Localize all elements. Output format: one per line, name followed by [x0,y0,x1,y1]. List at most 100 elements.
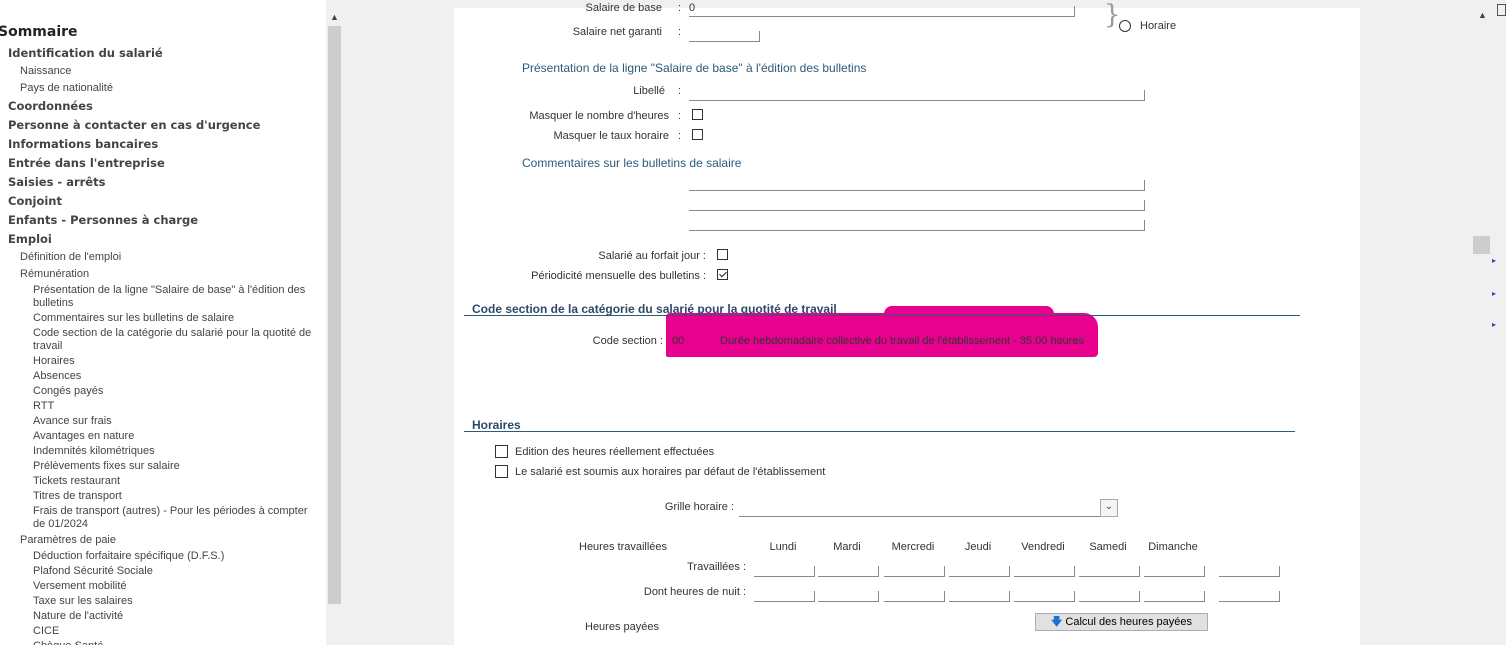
nuit-hours-field[interactable] [1219,591,1280,602]
salaire-base-label: Salaire de base [585,2,662,14]
masquer-taux-label: Masquer le taux horaire [553,130,669,142]
code-section-select[interactable]: Durée hebdomadaire collective du travail… [720,335,1084,347]
sidebar-item[interactable]: Informations bancaires [8,137,158,151]
sidebar-item[interactable]: Identification du salarié [8,46,163,60]
travaillees-hours-field[interactable] [1219,566,1280,577]
highlight-mark [884,306,1054,318]
sidebar-item[interactable]: Avantages en nature [33,430,318,443]
travaillees-hours-field[interactable] [1144,566,1205,577]
periodicite-checkbox[interactable] [717,269,728,280]
section-divider [464,431,1295,432]
sidebar-item[interactable]: Entrée dans l'entreprise [8,156,165,170]
calcul-heures-button[interactable]: 🡇 Calcul des heures payées [1035,613,1208,631]
travaillees-hours-field[interactable] [1014,566,1075,577]
sidebar-item[interactable]: Saisies - arrêts [8,175,105,189]
colon: : [678,2,682,14]
code-section-header: Code section de la catégorie du salarié … [472,302,837,316]
sidebar-item[interactable]: Commentaires sur les bulletins de salair… [33,312,318,325]
travaillees-hours-field[interactable] [818,566,879,577]
sidebar-item[interactable]: RTT [33,400,318,413]
code-section-label: Code section : [592,335,663,347]
presentation-section-title: Présentation de la ligne "Salaire de bas… [522,61,867,75]
scroll-up-arrow-icon[interactable]: ▲ [1478,10,1487,20]
travaillees-label: Travaillées : [687,561,746,573]
sidebar-item[interactable]: Congés payés [33,385,318,398]
sidebar-item[interactable]: Naissance [20,65,71,77]
travaillees-hours-field[interactable] [754,566,815,577]
forfait-jour-checkbox[interactable] [717,249,728,260]
sidebar-item[interactable]: Rémunération [20,268,89,280]
sidebar-item[interactable]: Définition de l'emploi [20,251,121,263]
marker-icon: ▸ [1492,289,1497,298]
sidebar-item[interactable]: Versement mobilité [33,580,318,593]
sidebar-item[interactable]: Prélèvements fixes sur salaire [33,460,318,473]
salaire-base-field[interactable]: 0 [689,2,1075,17]
periodicite-label: Périodicité mensuelle des bulletins : [531,270,706,282]
sidebar-item[interactable]: Tickets restaurant [33,475,318,488]
nuit-hours-field[interactable] [818,591,879,602]
libelle-field[interactable] [689,90,1145,101]
nuit-hours-field[interactable] [949,591,1010,602]
edition-heures-label: Edition des heures réellement effectuées [515,446,715,458]
sidebar-item[interactable]: Emploi [8,232,52,246]
sidebar-item[interactable]: Pays de nationalité [20,82,113,94]
edition-heures-checkbox[interactable] [495,445,508,458]
masquer-taux-checkbox[interactable] [692,129,703,140]
sidebar-item[interactable]: Horaires [33,355,318,368]
restore-icon[interactable] [1497,4,1506,16]
sidebar-item[interactable]: Paramètres de paie [20,534,116,546]
travaillees-hours-field[interactable] [949,566,1010,577]
horaires-defaut-checkbox[interactable] [495,465,508,478]
commentaire-line-1[interactable] [689,180,1145,191]
heures-travaillees-label: Heures travaillées [579,541,668,553]
nuit-hours-field[interactable] [1144,591,1205,602]
commentaire-line-3[interactable] [689,220,1145,231]
sidebar-item[interactable]: Présentation de la ligne "Salaire de bas… [33,284,318,310]
sidebar-item[interactable]: Code section de la catégorie du salarié … [33,327,318,353]
commentaires-section-title: Commentaires sur les bulletins de salair… [522,156,742,170]
sidebar-item[interactable]: CICE [33,625,318,638]
sidebar-scroll-thumb[interactable] [328,26,341,604]
sidebar-item[interactable]: Avance sur frais [33,415,318,428]
chevron-down-icon[interactable]: ⌄ [1100,499,1118,517]
masquer-heures-checkbox[interactable] [692,109,703,120]
sidebar-item[interactable]: Indemnités kilométriques [33,445,318,458]
sidebar-item[interactable]: Nature de l'activité [33,610,318,623]
sidebar-item[interactable]: Absences [33,370,318,383]
travaillees-hours-field[interactable] [884,566,945,577]
day-header: Dimanche [1148,541,1198,553]
code-section-code[interactable]: 00 [672,335,684,347]
scroll-up-arrow-icon[interactable]: ▲ [330,12,339,22]
colon: : [678,110,682,122]
sidebar-item[interactable]: Déduction forfaitaire spécifique (D.F.S.… [33,550,318,563]
nuit-hours-field[interactable] [1079,591,1140,602]
nuit-hours-field[interactable] [1014,591,1075,602]
commentaire-line-2[interactable] [689,200,1145,211]
sidebar-title: Sommaire [0,24,78,40]
nuit-hours-field[interactable] [884,591,945,602]
form-panel: Salaire de base : 0 Salaire net garanti … [454,0,1360,645]
calcul-heures-button-label: Calcul des heures payées [1065,616,1192,628]
arrow-down-icon: 🡇 [1051,616,1063,628]
sidebar-item[interactable]: Enfants - Personnes à charge [8,213,198,227]
grille-horaire-label: Grille horaire : [664,501,734,513]
masquer-heures-label: Masquer le nombre d'heures [529,110,669,122]
sidebar-item[interactable]: Plafond Sécurité Sociale [33,565,318,578]
horaire-radio-label: Horaire [1140,20,1177,32]
travaillees-hours-field[interactable] [1079,566,1140,577]
main-scroll-thumb[interactable] [1473,236,1490,254]
grille-horaire-select[interactable] [739,506,1102,517]
sidebar-item[interactable]: Taxe sur les salaires [33,595,318,608]
horaires-header: Horaires [472,418,521,432]
sidebar-item[interactable]: Conjoint [8,194,62,208]
sidebar-item[interactable]: Personne à contacter en cas d'urgence [8,118,260,132]
sidebar-item[interactable]: Titres de transport [33,490,318,503]
salaire-net-label: Salaire net garanti [572,26,662,38]
chevron-down-icon[interactable]: ⌄ [1077,332,1085,343]
horaire-radio[interactable] [1119,20,1131,32]
sidebar-item[interactable]: Chèque Santé [33,640,318,645]
sidebar-item[interactable]: Frais de transport (autres) - Pour les p… [33,505,318,531]
sidebar-item[interactable]: Coordonnées [8,99,93,113]
nuit-hours-field[interactable] [754,591,815,602]
salaire-net-field[interactable] [689,31,760,42]
